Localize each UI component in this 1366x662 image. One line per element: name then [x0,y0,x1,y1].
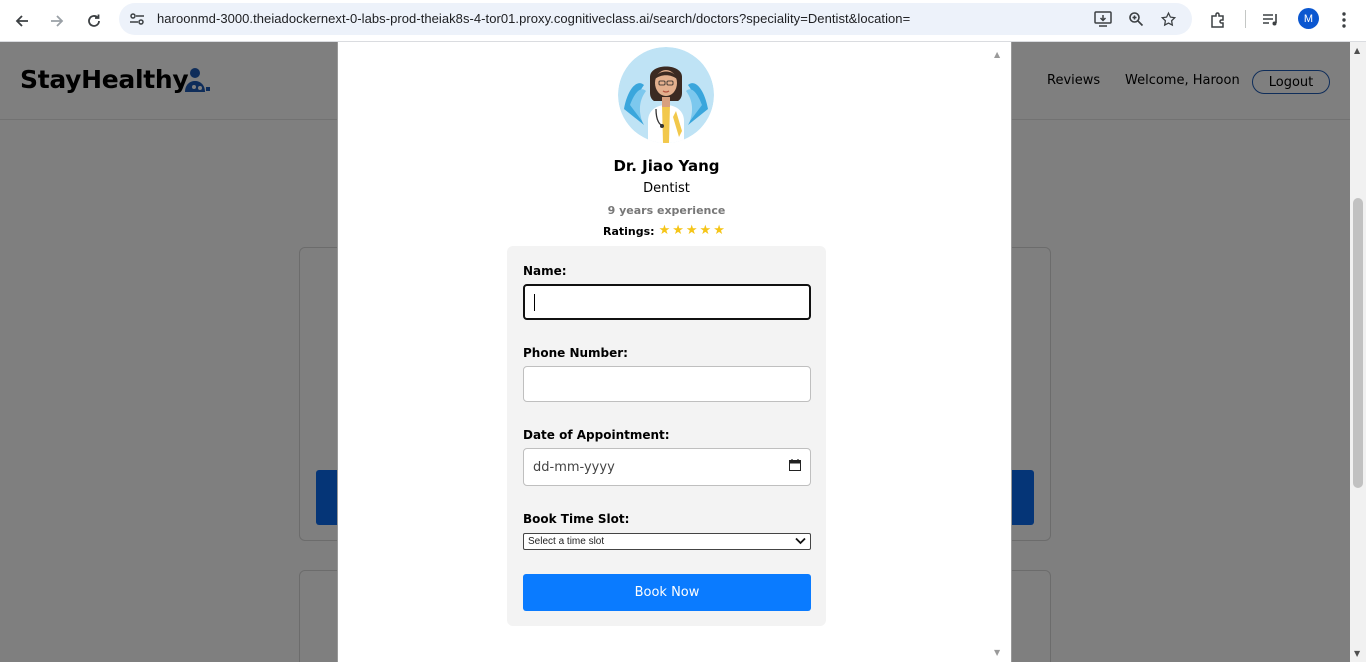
more-menu-icon[interactable] [1331,7,1357,33]
text-caret [534,293,535,311]
modal-scroll-down-icon[interactable]: ▼ [994,648,1000,657]
star-icon: ★ [672,223,684,238]
time-slot-label: Book Time Slot: [523,512,630,526]
doctor-ratings: Ratings: ★ ★ ★ ★ ★ [603,224,727,238]
media-control-icon[interactable] [1258,7,1284,33]
appointment-modal: Dr. Jiao Yang Dentist 9 years experience… [337,42,1012,662]
calendar-icon[interactable] [789,459,801,471]
phone-label: Phone Number: [523,346,628,360]
star-icon: ★ [685,223,698,238]
star-icon: ★ [699,223,712,238]
url-text: haroonmd-3000.theiadockernext-0-labs-pro… [157,11,911,26]
ratings-label: Ratings: [603,224,655,238]
install-app-icon[interactable] [1092,8,1114,30]
address-bar[interactable]: haroonmd-3000.theiadockernext-0-labs-pro… [119,3,1192,35]
doctor-speciality: Dentist [643,181,690,196]
date-input[interactable]: dd-mm-yyyy [523,448,811,486]
date-label: Date of Appointment: [523,428,670,442]
extensions-icon[interactable] [1205,7,1231,33]
chevron-down-icon [795,536,806,549]
modal-scroll-up-icon[interactable]: ▲ [994,50,1000,59]
back-arrow-icon[interactable] [8,7,36,35]
site-info-icon[interactable] [128,10,146,28]
bookmark-star-icon[interactable] [1157,8,1179,30]
phone-input[interactable] [523,366,811,402]
time-slot-value: Select a time slot [528,536,605,547]
star-icon: ★ [713,223,725,238]
name-label: Name: [523,264,567,278]
star-icon: ★ [658,223,671,238]
date-placeholder: dd-mm-yyyy [533,459,615,475]
scroll-up-arrow-icon[interactable]: ▲ [1354,46,1360,55]
doctor-name: Dr. Jiao Yang [613,157,720,175]
page-scrollbar[interactable]: ▲ ▼ [1350,42,1366,662]
profile-avatar[interactable]: M [1298,8,1319,29]
zoom-icon[interactable] [1125,8,1147,30]
forward-arrow-icon[interactable] [43,7,71,35]
name-input[interactable] [523,284,811,320]
scrollbar-thumb[interactable] [1353,198,1363,488]
browser-toolbar: haroonmd-3000.theiadockernext-0-labs-pro… [0,0,1366,42]
scroll-down-arrow-icon[interactable]: ▼ [1354,649,1360,658]
toolbar-divider [1245,10,1246,28]
doctor-experience: 9 years experience [607,204,726,217]
rating-stars: ★ ★ ★ ★ ★ [659,224,727,238]
book-now-button[interactable]: Book Now [523,574,811,611]
doctor-avatar [618,47,714,143]
time-slot-select[interactable]: Select a time slot [523,533,811,550]
modal-scrollbar[interactable]: ▲ ▼ [990,42,1007,662]
reload-icon[interactable] [80,7,108,35]
appointment-form: Name: Phone Number: Date of Appointment:… [507,246,826,626]
